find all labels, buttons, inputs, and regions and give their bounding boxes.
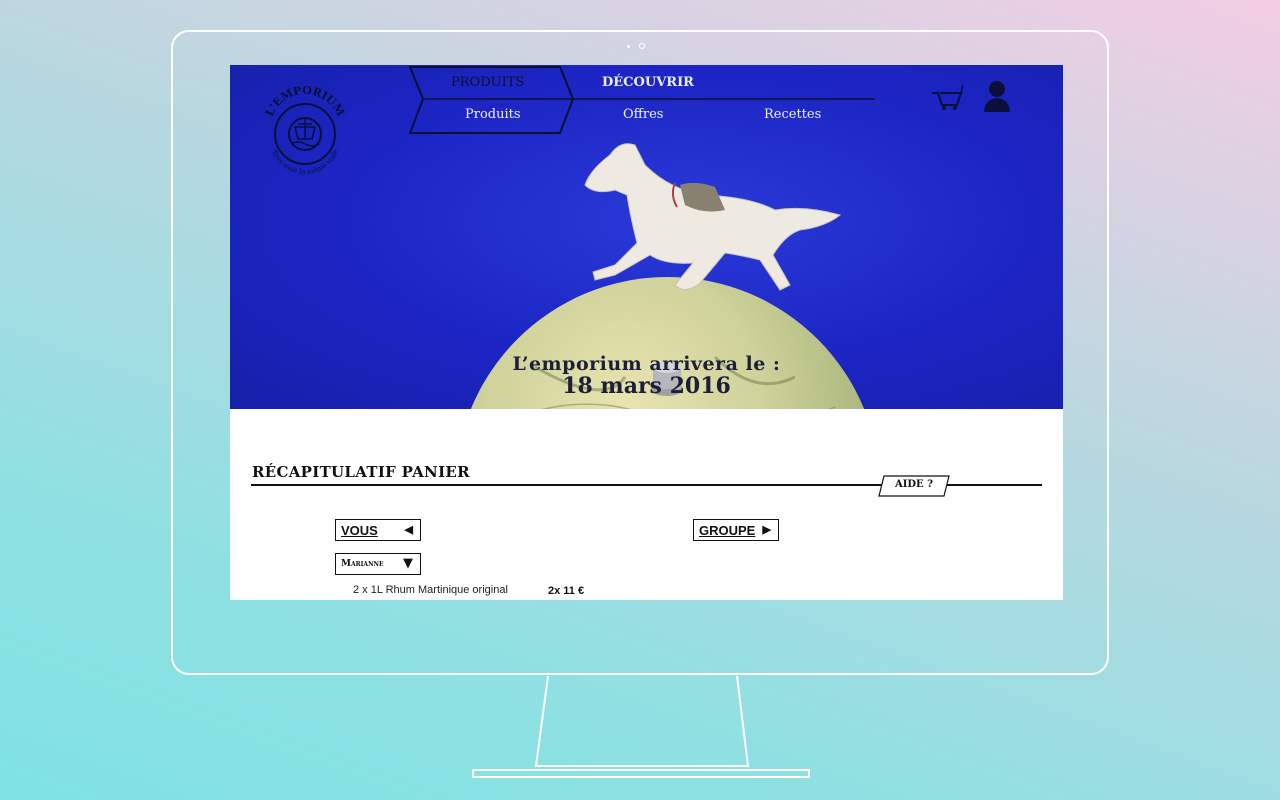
help-button[interactable]: AIDE ? <box>878 475 950 497</box>
camera-dot <box>627 45 630 48</box>
hero-banner: L'EMPORIUM Tous sous la même voile PRODU… <box>230 65 1063 409</box>
chevron-down-icon: ▼ <box>403 556 413 571</box>
camera-lens <box>639 43 645 49</box>
hero-date: 18 mars 2016 <box>562 373 731 399</box>
nav-tab-produits[interactable]: PRODUITS <box>451 75 524 90</box>
nav-sub-produits[interactable]: Produits <box>465 107 521 122</box>
arrow-right-icon: ▶ <box>762 524 771 536</box>
shopping-cart-icon[interactable] <box>930 83 964 111</box>
emporium-logo: L'EMPORIUM Tous sous la même voile <box>263 84 347 176</box>
arrow-left-icon: ◀ <box>404 524 413 536</box>
nav-sub-offres[interactable]: Offres <box>623 107 663 122</box>
vous-label: VOUS <box>341 523 378 538</box>
member-select-value: Marianne <box>341 559 384 569</box>
nav-sub-recettes[interactable]: Recettes <box>764 107 821 122</box>
cart-item-name: 2 x 1L Rhum Martinique original <box>353 584 508 596</box>
groupe-button[interactable]: GROUPE ▶ <box>693 519 779 541</box>
member-select[interactable]: Marianne ▼ <box>335 553 421 575</box>
svg-text:L'EMPORIUM: L'EMPORIUM <box>263 84 347 119</box>
groupe-label: GROUPE <box>699 523 756 538</box>
cart-item-price: 2x 11 € <box>548 585 585 597</box>
user-account-icon[interactable] <box>982 79 1012 113</box>
website-screen: L'EMPORIUM Tous sous la même voile PRODU… <box>230 65 1063 600</box>
hero-arrival-line: L’emporium arrivera le : <box>512 353 781 375</box>
cart-summary-title: RÉCAPITULATIF PANIER <box>252 463 470 481</box>
vous-button[interactable]: VOUS ◀ <box>335 519 421 541</box>
help-button-label: AIDE ? <box>894 479 934 490</box>
horse-figurine-image <box>584 143 842 291</box>
logo-text: L'EMPORIUM <box>263 84 347 119</box>
nav-tab-decouvrir[interactable]: DÉCOUVRIR <box>602 75 694 90</box>
